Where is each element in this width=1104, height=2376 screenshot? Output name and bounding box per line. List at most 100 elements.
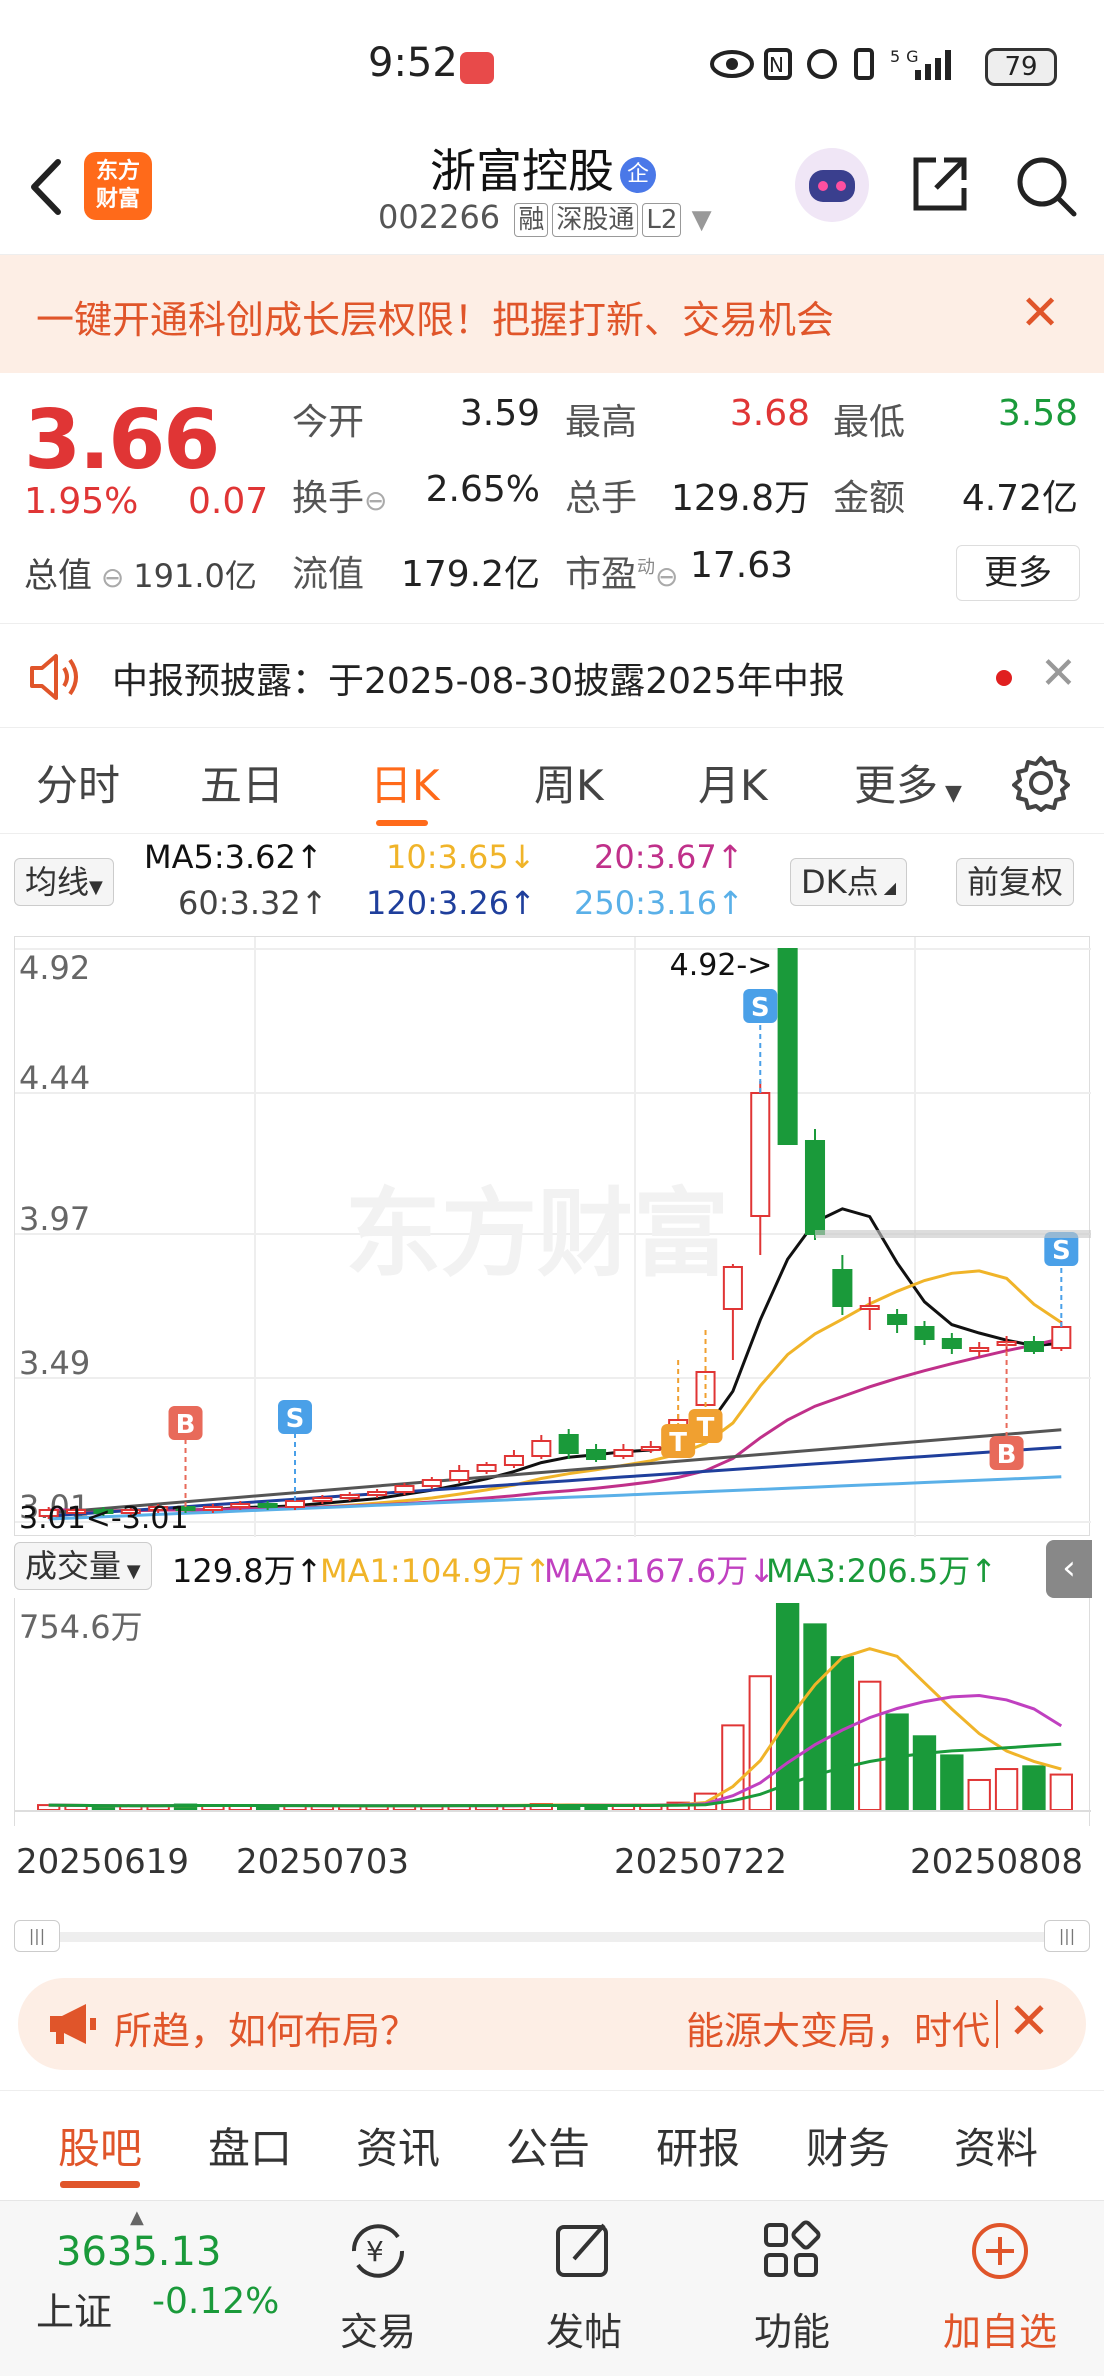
more-quote-button[interactable]: 更多 bbox=[956, 545, 1080, 601]
candle-down bbox=[558, 1434, 579, 1454]
ma60-value: 60:3.32↑ bbox=[178, 884, 328, 922]
candle-up bbox=[969, 1347, 990, 1352]
ma120-line bbox=[48, 1445, 1062, 1518]
volume-bar-up bbox=[994, 1768, 1019, 1811]
y-tick-label: 3.49 bbox=[19, 1344, 90, 1382]
turnover-label: 换手⊖ bbox=[292, 478, 388, 519]
tab-forum[interactable]: 股吧 bbox=[58, 2115, 142, 2176]
chevron-down-icon[interactable]: ▼ bbox=[692, 205, 712, 235]
tab-five-day[interactable]: 五日 bbox=[200, 752, 284, 813]
amount-label: 金额 bbox=[833, 478, 906, 519]
ad-banner[interactable]: 所趋，如何布局？ 能源大变局，时代 ✕ bbox=[18, 1978, 1086, 2070]
notice-text: 中报预披露：于2025-08-30披露2025年中报 bbox=[112, 661, 845, 702]
tab-profile[interactable]: 资料 bbox=[954, 2115, 1038, 2176]
date-label: 20250808 bbox=[910, 1842, 1084, 1882]
battery-icon: 79 bbox=[985, 48, 1057, 86]
candle-down bbox=[941, 1338, 962, 1349]
close-icon[interactable]: ✕ bbox=[1008, 1992, 1050, 2050]
signal-5g-label: 5G bbox=[890, 47, 925, 66]
signal-label: B bbox=[997, 1440, 1017, 1470]
signal-label: B bbox=[176, 1410, 196, 1440]
close-icon[interactable]: ✕ bbox=[1040, 648, 1077, 699]
tab-monthly-k[interactable]: 月K bbox=[698, 752, 768, 813]
app-logo[interactable]: 东方 财富 bbox=[84, 152, 152, 220]
tab-daily-k[interactable]: 日K bbox=[370, 752, 440, 813]
promo-text: 一键开通科创成长层权限！把握打新、交易机会 bbox=[36, 298, 835, 342]
share-icon[interactable] bbox=[908, 152, 972, 216]
volume-bar-down bbox=[775, 1603, 800, 1811]
volume-selector[interactable]: 成交量 ▼ bbox=[14, 1542, 152, 1590]
signal-label: T bbox=[669, 1428, 687, 1458]
signal-label: S bbox=[1052, 1236, 1071, 1266]
close-icon[interactable]: ✕ bbox=[1020, 285, 1060, 341]
unread-dot bbox=[996, 670, 1012, 686]
add-watchlist-button[interactable]: 加自选 bbox=[930, 2211, 1070, 2354]
candle-up bbox=[367, 1491, 388, 1496]
tab-orderbook[interactable]: 盘口 bbox=[208, 2115, 292, 2176]
adjust-button[interactable]: 前复权 bbox=[956, 858, 1075, 906]
settings-gear-icon[interactable] bbox=[1012, 754, 1070, 812]
assistant-robot-icon[interactable] bbox=[795, 148, 869, 222]
tab-weekly-k[interactable]: 周K bbox=[534, 752, 604, 813]
ma10-value: 10:3.65↓ bbox=[386, 838, 536, 876]
ma60-line bbox=[48, 1428, 1062, 1515]
volume-chart[interactable]: 754.6万 bbox=[14, 1598, 1091, 1826]
trade-label: 交易 bbox=[339, 2310, 416, 2354]
volume-ma3-line bbox=[48, 1742, 1062, 1808]
search-icon[interactable] bbox=[1012, 152, 1080, 220]
date-label: 20250722 bbox=[614, 1842, 788, 1882]
status-icons: N 5G bbox=[710, 44, 970, 93]
tab-more[interactable]: 更多 ▼ bbox=[854, 752, 962, 813]
open-label: 今开 bbox=[292, 402, 365, 443]
volume-bar-down bbox=[885, 1713, 909, 1811]
stock-name: 浙富控股 bbox=[430, 144, 614, 198]
float-value: 179.2亿 bbox=[400, 554, 540, 595]
content-tabs: 股吧 盘口 资讯 公告 研报 财务 资料 bbox=[0, 2090, 1104, 2200]
volume-max-label: 754.6万 bbox=[19, 1608, 143, 1646]
functions-button[interactable]: 功能 bbox=[722, 2211, 862, 2354]
kline-chart[interactable]: 4.92 4.44 3.97 3.49 3.01 东方财富 4.92-> 3.01<-3.01… bbox=[14, 936, 1091, 1537]
notice-bar[interactable]: 中报预披露：于2025-08-30披露2025年中报 ✕ bbox=[0, 623, 1104, 728]
tab-announcements[interactable]: 公告 bbox=[506, 2115, 590, 2176]
candle-up bbox=[421, 1479, 442, 1487]
promo-banner[interactable]: 一键开通科创成长层权限！把握打新、交易机会 ✕ bbox=[0, 255, 1104, 373]
tab-financials[interactable]: 财务 bbox=[806, 2115, 890, 2176]
trade-button[interactable]: ¥ 交易 bbox=[308, 2211, 448, 2354]
float-value-label: 流值 bbox=[292, 554, 365, 595]
add-watchlist-label: 加自选 bbox=[942, 2310, 1057, 2354]
stock-subtitle[interactable]: 002266 融深股通 L2 ▼ bbox=[378, 198, 712, 237]
candle-up bbox=[750, 1092, 771, 1217]
low-label: 最低 bbox=[833, 402, 906, 443]
dk-point-button[interactable]: DK点 ◢ bbox=[790, 858, 908, 906]
notification-icon bbox=[460, 52, 494, 84]
indicator-selector[interactable]: 均线▼ bbox=[14, 858, 114, 906]
post-button[interactable]: 发帖 bbox=[514, 2211, 654, 2354]
tab-research[interactable]: 研报 bbox=[656, 2115, 740, 2176]
tab-intraday[interactable]: 分时 bbox=[36, 752, 120, 813]
collapse-panel-icon[interactable]: ‹ bbox=[1046, 1540, 1092, 1598]
volume-bar-up bbox=[748, 1675, 772, 1811]
amount-value: 4.72亿 bbox=[961, 478, 1078, 519]
back-button[interactable] bbox=[22, 152, 72, 222]
candle-down bbox=[257, 1503, 278, 1508]
range-handle-left[interactable]: ||| bbox=[14, 1920, 60, 1952]
volume-svg: 754.6万 bbox=[15, 1603, 1091, 1812]
candle-up bbox=[640, 1446, 661, 1451]
range-handle-right[interactable]: ||| bbox=[1044, 1920, 1090, 1952]
candle-up bbox=[339, 1494, 360, 1499]
candle-up bbox=[613, 1449, 634, 1457]
candle-down bbox=[777, 948, 798, 1145]
volume-legend: 成交量 ▼ 129.8万↑ MA1:104.9万↑ MA2:167.6万↓ MA… bbox=[0, 1538, 1104, 1598]
chart-range-scrollbar[interactable]: ||| ||| bbox=[14, 1920, 1090, 1952]
tab-news[interactable]: 资讯 bbox=[356, 2115, 440, 2176]
candle-down bbox=[914, 1326, 935, 1340]
volume-bar-down bbox=[803, 1623, 827, 1812]
candle-down bbox=[804, 1140, 826, 1235]
index-ticker[interactable]: ▲ 3635.13 上证 -0.12% bbox=[0, 2201, 300, 2376]
pe-label: 市盈动⊖ bbox=[565, 554, 679, 595]
date-label: 20250619 bbox=[16, 1842, 190, 1882]
ma10-line bbox=[48, 1269, 1063, 1513]
change-percent: 1.95% bbox=[24, 481, 139, 522]
volume-ma2-line bbox=[48, 1693, 1063, 1808]
volume-ma2: MA2:167.6万↓ bbox=[544, 1552, 776, 1590]
